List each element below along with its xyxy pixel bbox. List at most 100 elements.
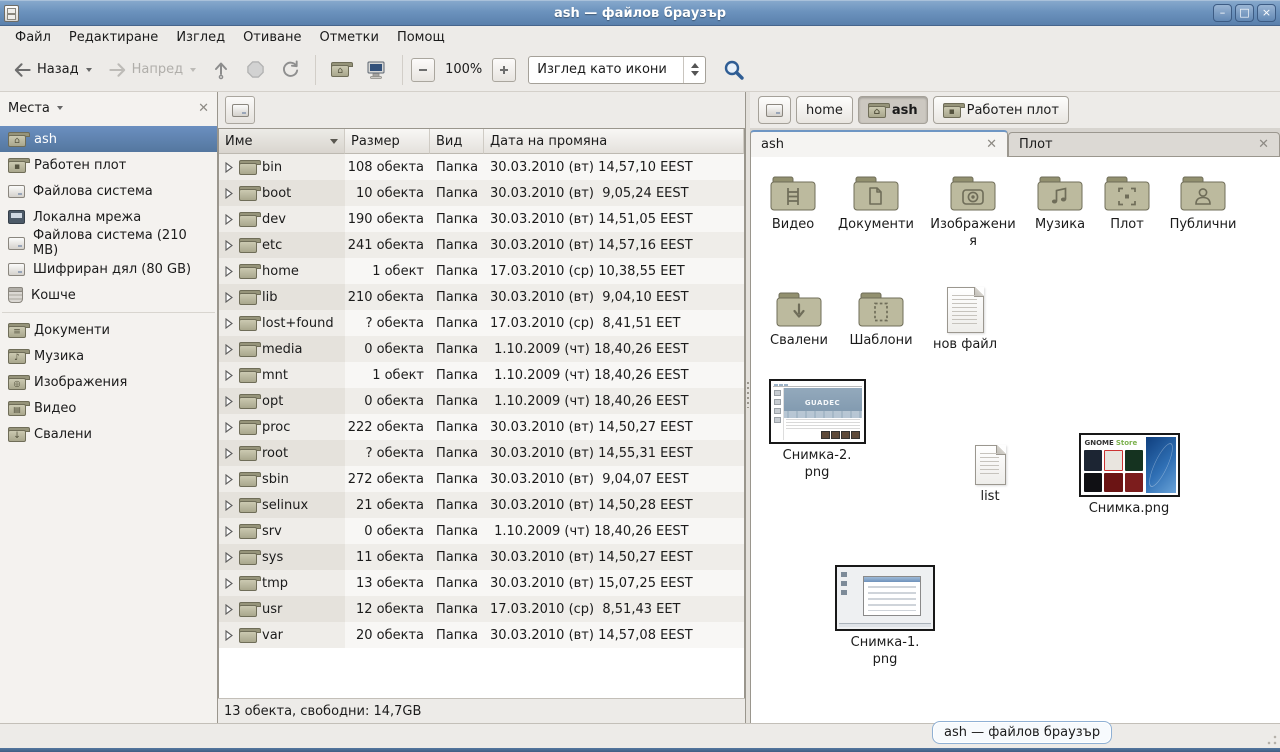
sidebar-item-encrypted[interactable]: Шифриран дял (80 GB) [0, 256, 217, 282]
file-item-new-file[interactable]: нов файл [925, 287, 1005, 354]
tab-close-icon[interactable]: ✕ [986, 138, 997, 151]
spinner-icons[interactable] [683, 57, 705, 83]
column-header-size[interactable]: Размер [345, 129, 430, 154]
sidebar-item-desktop[interactable]: Работен плот [0, 152, 217, 178]
column-header-name[interactable]: Име [219, 129, 345, 154]
sidebar-item-music[interactable]: Музика [0, 343, 217, 369]
table-row[interactable]: home 1 обект Папка 17.03.2010 (ср) 10,38… [219, 258, 744, 284]
tab-plot[interactable]: Плот ✕ [1008, 132, 1280, 156]
maximize-button[interactable]: □ [1235, 4, 1254, 22]
expander-icon[interactable] [225, 552, 234, 563]
expander-icon[interactable] [225, 344, 234, 355]
file-item-snimka2[interactable]: GUADEC Снимка-2.png [767, 379, 867, 482]
sidebar-item-filesystem[interactable]: Файлова система [0, 178, 217, 204]
folder-item-documents[interactable]: Документи [835, 173, 917, 234]
sidebar-mode-dropdown-icon[interactable] [57, 106, 63, 110]
view-mode-select[interactable]: Изглед като икони [528, 56, 706, 84]
expander-icon[interactable] [225, 630, 234, 641]
back-dropdown-icon[interactable] [86, 68, 92, 72]
expander-icon[interactable] [225, 422, 234, 433]
menu-item[interactable]: Файл [6, 28, 60, 47]
back-button[interactable]: Назад [6, 55, 99, 85]
expander-icon[interactable] [225, 448, 234, 459]
expander-icon[interactable] [225, 578, 234, 589]
stop-button[interactable] [239, 53, 272, 86]
table-row[interactable]: dev 190 обекта Папка 30.03.2010 (вт) 14,… [219, 206, 744, 232]
table-row[interactable]: sbin 272 обекта Папка 30.03.2010 (вт) 9,… [219, 466, 744, 492]
menu-item[interactable]: Отметки [310, 28, 387, 47]
table-row[interactable]: root ? обекта Папка 30.03.2010 (вт) 14,5… [219, 440, 744, 466]
expander-icon[interactable] [225, 240, 234, 251]
expander-icon[interactable] [225, 604, 234, 615]
resize-grip[interactable] [1266, 734, 1278, 746]
sidebar-item-filesystem-210mb[interactable]: Файлова система (210 MB) [0, 230, 217, 256]
menu-item[interactable]: Изглед [167, 28, 234, 47]
table-row[interactable]: usr 12 обекта Папка 17.03.2010 (ср) 8,51… [219, 596, 744, 622]
table-row[interactable]: proc 222 обекта Папка 30.03.2010 (вт) 14… [219, 414, 744, 440]
zoom-in-button[interactable] [492, 58, 516, 82]
table-row[interactable]: lib 210 обекта Папка 30.03.2010 (вт) 9,0… [219, 284, 744, 310]
sidebar-close-icon[interactable]: ✕ [198, 101, 209, 116]
expander-icon[interactable] [225, 318, 234, 329]
expander-icon[interactable] [225, 214, 234, 225]
expander-icon[interactable] [225, 188, 234, 199]
expander-icon[interactable] [225, 500, 234, 511]
folder-item-desktop[interactable]: Плот [1091, 173, 1163, 234]
breadcrumb-home-button[interactable]: home [796, 96, 853, 124]
zoom-out-button[interactable] [411, 58, 435, 82]
sidebar-item-video[interactable]: Видео [0, 395, 217, 421]
sidebar-item-home[interactable]: ash [0, 126, 217, 152]
expander-icon[interactable] [225, 396, 234, 407]
forward-button[interactable]: Напред [101, 55, 203, 85]
table-row[interactable]: selinux 21 обекта Папка 30.03.2010 (вт) … [219, 492, 744, 518]
sidebar-title[interactable]: Места [8, 101, 50, 116]
table-row[interactable]: media 0 обекта Папка 1.10.2009 (чт) 18,4… [219, 336, 744, 362]
table-row[interactable]: tmp 13 обекта Папка 30.03.2010 (вт) 15,0… [219, 570, 744, 596]
table-row[interactable]: boot 10 обекта Папка 30.03.2010 (вт) 9,0… [219, 180, 744, 206]
table-row[interactable]: lost+found ? обекта Папка 17.03.2010 (ср… [219, 310, 744, 336]
file-item-snimka1[interactable]: Снимка-1.png [835, 565, 935, 669]
table-row[interactable]: sys 11 обекта Папка 30.03.2010 (вт) 14,5… [219, 544, 744, 570]
folder-item-templates[interactable]: Шаблони [841, 289, 921, 350]
sidebar-item-trash[interactable]: Кошче [0, 282, 217, 308]
menu-item[interactable]: Отиване [234, 28, 310, 47]
table-row[interactable]: opt 0 обекта Папка 1.10.2009 (чт) 18,40,… [219, 388, 744, 414]
sidebar-item-downloads[interactable]: Свалени [0, 421, 217, 447]
reload-button[interactable] [274, 53, 307, 86]
column-header-modified[interactable]: Дата на промяна [484, 129, 744, 154]
breadcrumb-current-button[interactable]: ash [858, 96, 928, 124]
expander-icon[interactable] [225, 162, 234, 173]
root-location-button[interactable] [225, 96, 255, 124]
home-button[interactable] [324, 55, 356, 84]
expander-icon[interactable] [225, 474, 234, 485]
breadcrumb-desktop-button[interactable]: Работен плот [933, 96, 1069, 124]
computer-button[interactable] [358, 53, 394, 87]
sidebar-item-network[interactable]: Локална мрежа [0, 204, 217, 230]
breadcrumb-root-button[interactable] [758, 96, 791, 124]
table-row[interactable]: bin 108 обекта Папка 30.03.2010 (вт) 14,… [219, 154, 744, 180]
expander-icon[interactable] [225, 526, 234, 537]
folder-item-downloads[interactable]: Свалени [759, 289, 839, 350]
tab-close-icon[interactable]: ✕ [1258, 138, 1269, 151]
expander-icon[interactable] [225, 292, 234, 303]
folder-item-music[interactable]: Музика [1021, 173, 1099, 234]
close-button[interactable]: × [1257, 4, 1276, 22]
menu-item[interactable]: Помощ [388, 28, 454, 47]
menu-item[interactable]: Редактиране [60, 28, 167, 47]
expander-icon[interactable] [225, 266, 234, 277]
up-button[interactable] [205, 53, 237, 87]
folder-item-public[interactable]: Публични [1163, 173, 1243, 234]
expander-icon[interactable] [225, 370, 234, 381]
column-header-type[interactable]: Вид [430, 129, 484, 154]
sidebar-item-pictures[interactable]: Изображения [0, 369, 217, 395]
file-item-snimka[interactable]: GNOMEStore Снимка.png [1067, 433, 1191, 518]
icon-view[interactable]: Видео Документи Изображения Музика Плот [750, 157, 1280, 723]
table-row[interactable]: mnt 1 обект Папка 1.10.2009 (чт) 18,40,2… [219, 362, 744, 388]
folder-item-videos[interactable]: Видео [753, 173, 833, 234]
taskbar-window-label[interactable]: ash — файлов браузър [932, 721, 1112, 744]
tab-ash[interactable]: ash ✕ [750, 130, 1008, 157]
table-row[interactable]: etc 241 обекта Папка 30.03.2010 (вт) 14,… [219, 232, 744, 258]
folder-item-pictures[interactable]: Изображения [929, 173, 1017, 251]
search-button[interactable] [718, 54, 750, 86]
table-row[interactable]: srv 0 обекта Папка 1.10.2009 (чт) 18,40,… [219, 518, 744, 544]
